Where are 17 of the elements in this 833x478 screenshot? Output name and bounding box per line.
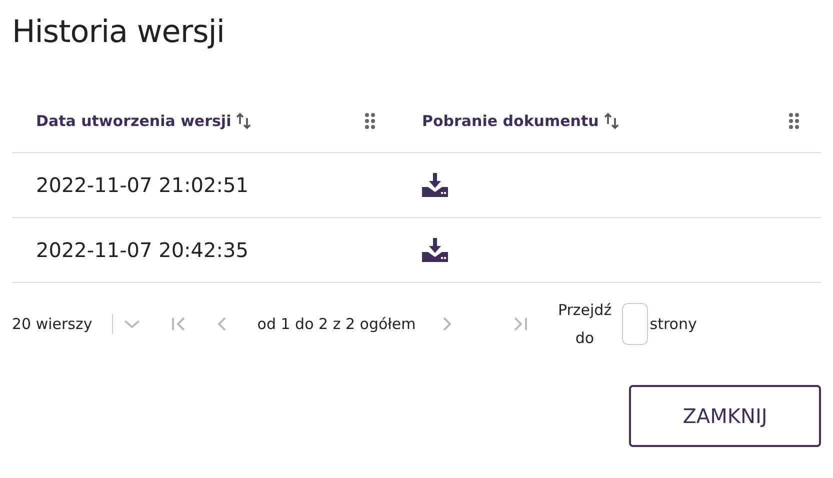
column-header[interactable]: Data utworzenia wersji <box>36 112 232 130</box>
download-icon[interactable] <box>422 238 448 262</box>
page-input[interactable] <box>622 303 648 345</box>
goto-label: Przejdź do <box>556 300 613 349</box>
table-cell: 2022-11-07 20:42:35 <box>36 238 248 262</box>
goto-suffix: strony <box>650 315 697 333</box>
sort-icon[interactable] <box>604 112 620 130</box>
table-cell: 2022-11-07 21:02:51 <box>36 173 248 197</box>
page-range: od 1 do 2 z 2 ogółem <box>257 315 416 333</box>
dialog-title: Historia wersji <box>12 14 226 50</box>
column-header[interactable]: Pobranie dokumentu <box>422 112 599 130</box>
close-button[interactable]: ZAMKNIJ <box>629 385 821 447</box>
download-icon[interactable] <box>422 173 448 197</box>
sort-icon[interactable] <box>236 112 252 130</box>
drag-handle-icon[interactable] <box>364 112 376 130</box>
drag-handle-icon[interactable] <box>788 112 800 130</box>
page-size: 20 wierszy <box>12 315 92 333</box>
